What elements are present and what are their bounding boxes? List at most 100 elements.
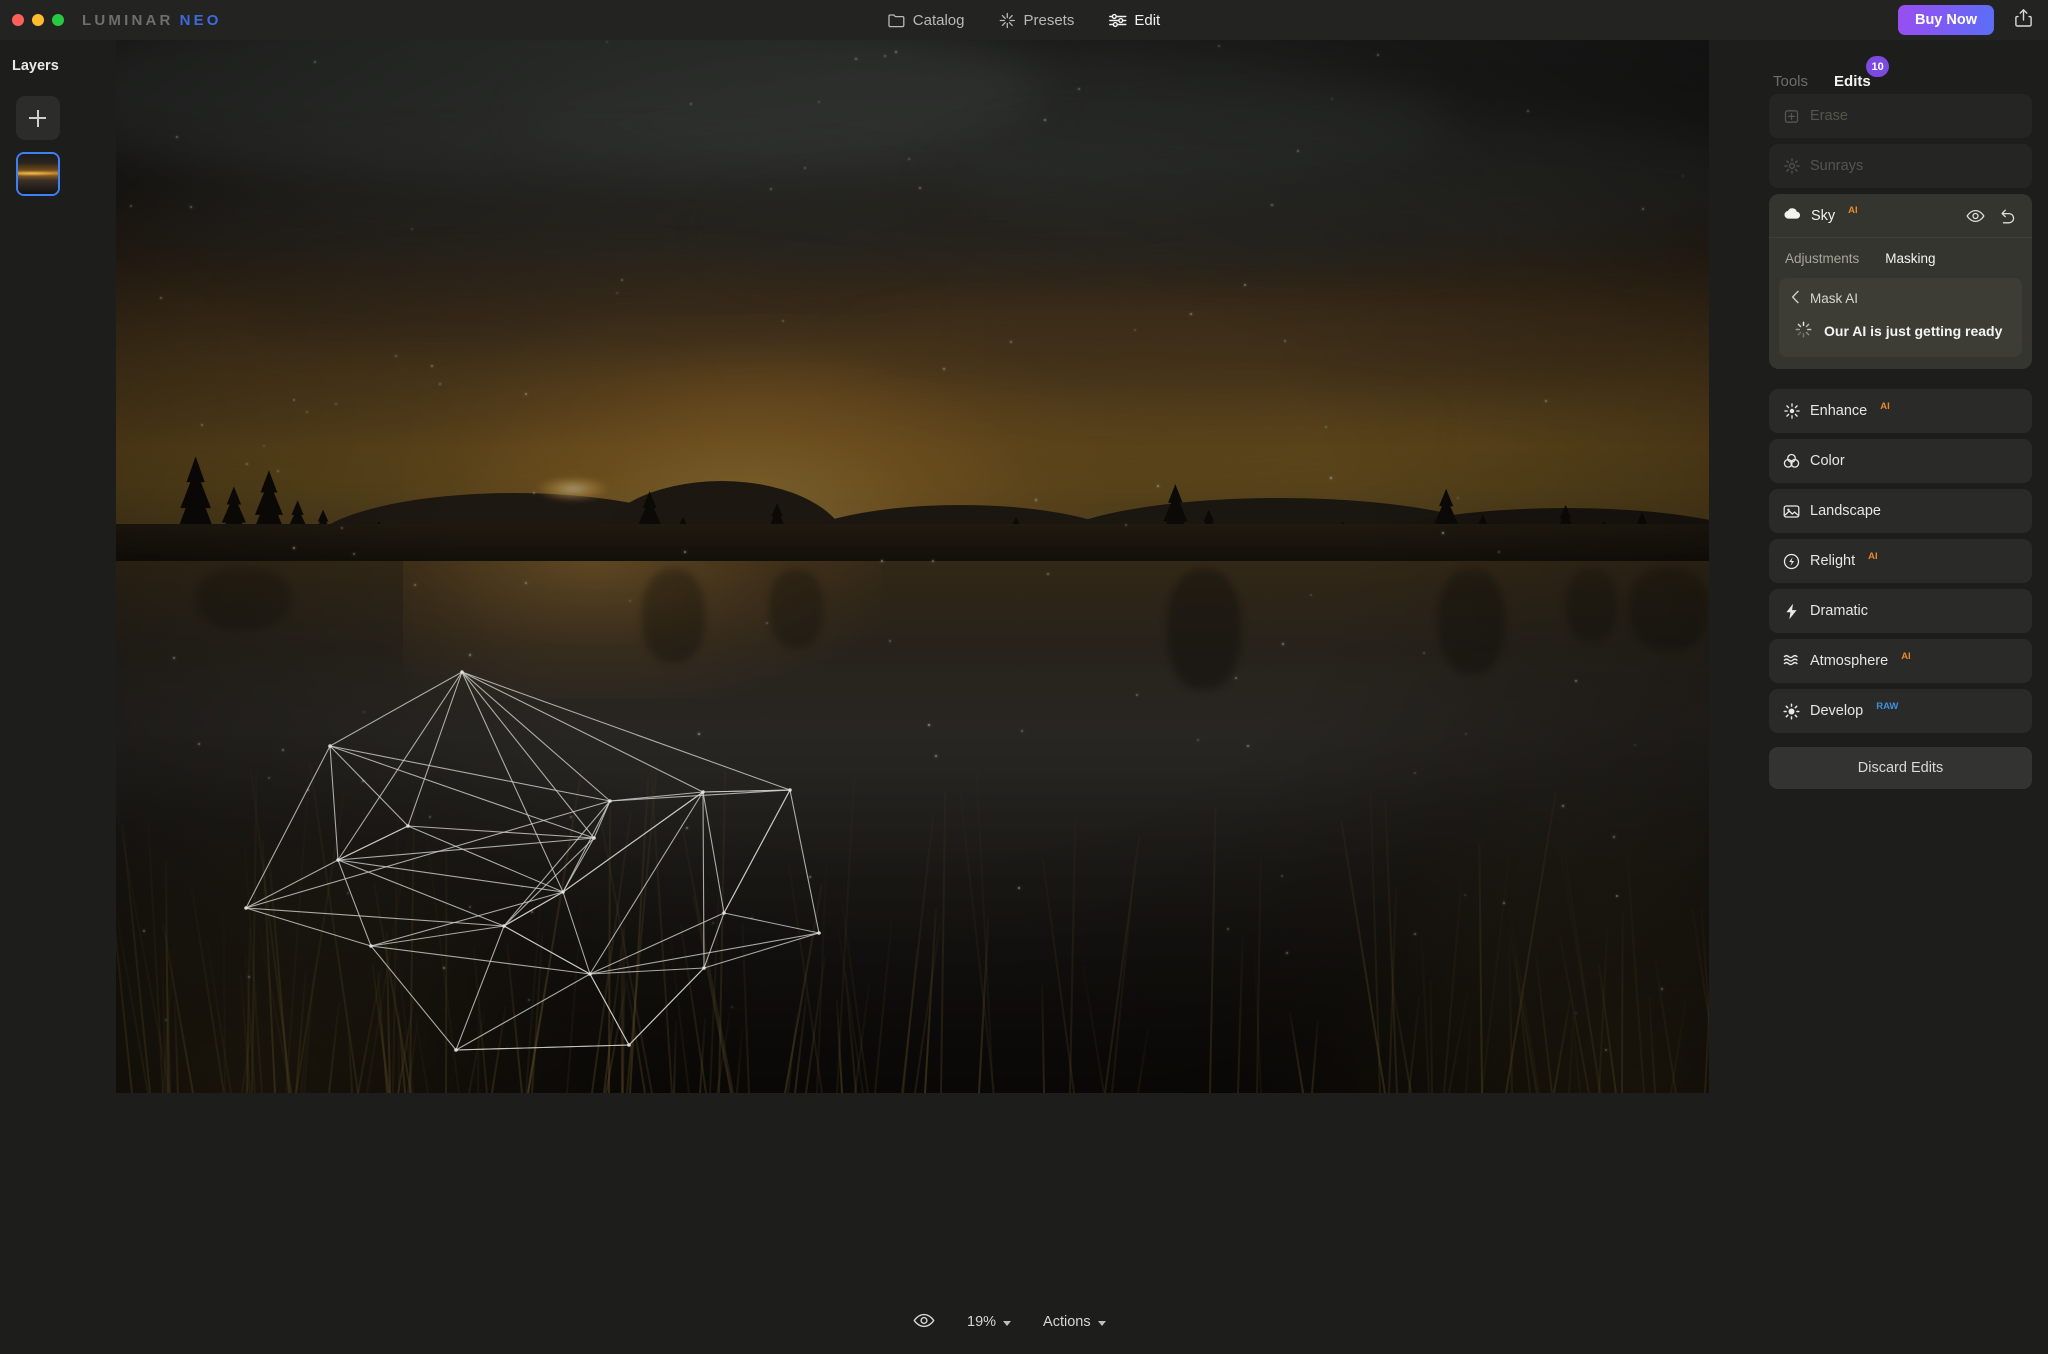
title-bar: LUMINAR NEO Catalog Presets Edit Buy Now [0,0,2048,40]
chevron-down-icon [1003,1320,1012,1326]
plus-icon [29,109,46,127]
sky-visibility-toggle[interactable] [1964,205,1986,227]
main-body: Layers Tools Edits 10 Erase Sunrays Sky … [0,40,2048,1290]
subtab-adjustments[interactable]: Adjustments [1785,251,1859,266]
develop-icon [1783,702,1800,720]
tree-reflection [1438,568,1506,674]
undo-icon [2001,209,2015,223]
tab-tools-label: Tools [1773,73,1809,90]
star [781,319,784,322]
star [1020,730,1023,733]
star [769,187,772,190]
star [616,291,619,294]
star [306,788,309,791]
minimize-button[interactable] [32,14,44,26]
photo-image [116,40,1709,1093]
star [1196,739,1199,742]
tool-label-color: Color [1810,453,1845,469]
relight-icon [1783,553,1800,570]
add-layer-button[interactable] [15,96,60,140]
star [334,403,337,406]
star [1574,679,1577,682]
star [854,57,857,60]
tool-label-landscape: Landscape [1810,503,1881,519]
star [1660,987,1663,990]
mask-ai-back[interactable]: Mask AI [1791,290,2010,307]
tool-label-sunrays: Sunrays [1810,158,1864,174]
tool-row-develop[interactable]: Develop RAW [1769,689,2032,733]
eye-icon [913,1313,935,1332]
edits-panel: Tools Edits 10 Erase Sunrays Sky AI Adju… [1753,40,2048,1290]
sky-tool-header[interactable]: Sky AI [1769,194,2032,238]
tab-tools[interactable]: Tools [1773,73,1808,94]
actions-dropdown[interactable]: Actions [1043,1314,1106,1330]
tool-row-landscape[interactable]: Landscape [1769,489,2032,533]
tool-row-relight[interactable]: Relight AI [1769,539,2032,583]
tool-row-sunrays: Sunrays [1769,144,2032,188]
relight-ai-badge: AI [1868,550,1878,562]
mask-ai-title: Mask AI [1810,291,1859,306]
zoom-level-dropdown[interactable]: 19% [967,1314,1012,1330]
tree-reflection [1565,568,1617,643]
mask-ai-panel: Mask AI Our AI is just getting ready [1779,278,2022,357]
folder-icon [888,13,905,28]
star [1044,118,1047,121]
tool-row-color[interactable]: Color [1769,439,2032,483]
star [880,559,883,562]
star [267,776,270,779]
star [361,779,364,782]
close-button[interactable] [12,14,24,26]
top-navigation: Catalog Presets Edit [888,0,1160,40]
star [1157,484,1160,487]
nav-presets-label: Presets [1023,11,1075,29]
star [711,921,714,924]
tool-row-atmosphere[interactable]: Atmosphere AI [1769,639,2032,683]
maximize-button[interactable] [52,14,64,26]
enhance-ai-badge: AI [1880,400,1890,412]
sky-reset-button[interactable] [1996,205,2018,227]
tool-row-dramatic[interactable]: Dramatic [1769,589,2032,633]
eye-icon [1965,209,1985,222]
landscape-icon [1783,503,1800,520]
star [468,653,471,656]
buy-now-button[interactable]: Buy Now [1897,5,1994,35]
star [429,815,432,818]
nav-catalog[interactable]: Catalog [888,12,964,29]
layer-thumbnail[interactable] [15,152,60,196]
discard-edits-button[interactable]: Discard Edits [1769,747,2032,789]
atmosphere-icon [1783,653,1800,670]
star [803,167,806,170]
subtab-masking[interactable]: Masking [1885,251,1935,266]
sky-tool-label: Sky [1811,207,1836,224]
star [1574,1011,1577,1014]
tree-reflection [641,568,706,664]
tree-reflection [1167,568,1241,690]
enhance-icon [1783,403,1800,420]
star [1615,894,1618,897]
star [277,469,280,472]
reed-blade [444,845,448,1093]
nav-edit-label: Edit [1134,11,1161,29]
star [1009,341,1012,344]
tab-edits[interactable]: Edits 10 [1834,56,1889,94]
star [1464,893,1467,896]
tool-label-atmosphere: Atmosphere [1810,653,1889,669]
photo-canvas[interactable] [116,40,1709,1093]
tool-label-enhance: Enhance [1810,403,1868,419]
mask-ai-status-text: Our AI is just getting ready [1824,323,2003,339]
spinner-icon [1795,321,1812,341]
zoom-level-value: 19% [967,1314,997,1330]
tool-row-enhance[interactable]: Enhance AI [1769,389,2032,433]
star [1309,593,1312,596]
nav-edit[interactable]: Edit [1108,12,1160,29]
star [173,656,176,659]
nav-presets[interactable]: Presets [998,12,1074,29]
star [129,204,132,207]
star [730,1006,733,1009]
star [189,205,192,208]
atmosphere-ai-badge: AI [1901,650,1911,662]
share-button[interactable] [2010,7,2036,33]
star [394,355,397,358]
preview-toggle[interactable] [913,1313,935,1332]
star [931,559,934,562]
